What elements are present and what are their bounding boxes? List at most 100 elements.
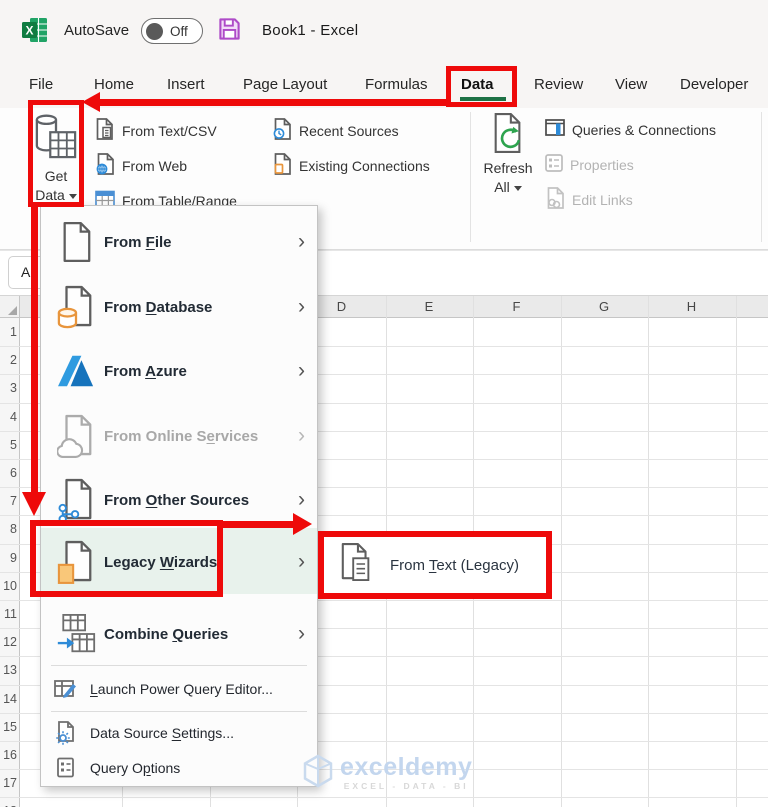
properties-icon <box>545 153 563 177</box>
row-header-5[interactable]: 5 <box>0 431 17 459</box>
row-header-13[interactable]: 13 <box>0 656 17 684</box>
workbook-title: Book1 - Excel <box>262 22 359 39</box>
recent-sources-button[interactable]: Recent Sources <box>272 117 399 145</box>
row-header-3[interactable]: 3 <box>0 374 17 402</box>
queries-connections-icon <box>545 119 565 141</box>
menu-item-from-online-services[interactable]: From Online Services › <box>41 404 317 468</box>
from-azure-icon <box>54 353 98 389</box>
menu-item-from-database[interactable]: From Database › <box>41 275 317 339</box>
row-header-18[interactable]: 18 <box>0 797 17 807</box>
gridline-vertical <box>560 296 562 807</box>
refresh-all-button[interactable]: Refresh All <box>482 112 534 197</box>
exceldemy-watermark: exceldemy EXCEL - DATA - BI <box>302 754 472 793</box>
annotation-arrow-line-down <box>31 205 38 493</box>
save-icon[interactable] <box>218 17 241 46</box>
annotation-arrow-line-right <box>220 521 294 528</box>
from-other-sources-icon <box>54 478 98 522</box>
annotation-arrowhead-down <box>22 492 46 516</box>
chevron-right-icon: › <box>298 295 305 318</box>
gridline-vertical <box>648 296 649 807</box>
from-text-csv-icon <box>95 117 115 145</box>
excel-window: X AutoSave Off Book1 - Excel File Home I… <box>0 0 768 807</box>
select-all-corner[interactable] <box>0 296 20 318</box>
annotation-arrowhead-left <box>82 92 100 112</box>
chevron-right-icon: › <box>298 424 305 447</box>
query-options-icon <box>52 757 80 779</box>
row-header-15[interactable]: 15 <box>0 713 17 741</box>
dropdown-caret-icon <box>513 185 522 191</box>
ribbon-group-separator <box>470 112 471 242</box>
from-database-icon <box>54 285 98 329</box>
properties-button[interactable]: Properties <box>545 153 634 177</box>
row-header-2[interactable]: 2 <box>0 346 17 374</box>
autosave-state: Off <box>170 23 188 39</box>
chevron-right-icon: › <box>298 488 305 511</box>
from-web-icon <box>95 152 115 180</box>
column-header-G[interactable]: G <box>561 296 647 318</box>
autosave-toggle[interactable]: Off <box>141 18 203 44</box>
row-header-17[interactable]: 17 <box>0 769 17 797</box>
annotation-box-legacy-wizards <box>30 520 223 597</box>
row-header-4[interactable]: 4 <box>0 403 17 431</box>
menu-item-query-options[interactable]: Query Options <box>41 748 317 788</box>
column-header-E[interactable]: E <box>386 296 472 318</box>
watermark-tagline: EXCEL - DATA - BI <box>343 781 469 791</box>
menu-item-combine-queries[interactable]: Combine Queries › <box>41 602 317 666</box>
gridline-horizontal <box>0 797 768 799</box>
tab-review[interactable]: Review <box>534 60 583 108</box>
exceldemy-cube-icon <box>302 754 334 793</box>
edit-links-icon <box>545 186 565 214</box>
recent-sources-icon <box>272 117 292 145</box>
menu-item-from-azure[interactable]: From Azure › <box>41 339 317 403</box>
row-header-8[interactable]: 8 <box>0 515 17 543</box>
refresh-all-icon <box>490 112 526 159</box>
row-header-14[interactable]: 14 <box>0 685 17 713</box>
from-online-services-icon <box>54 414 98 458</box>
gridline-vertical <box>735 296 737 807</box>
chevron-right-icon: › <box>298 550 305 573</box>
from-file-icon <box>54 221 98 263</box>
chevron-right-icon: › <box>298 622 305 645</box>
menu-item-launch-power-query-editor[interactable]: Launch Power Query Editor... <box>41 668 317 710</box>
column-header-F[interactable]: F <box>474 296 560 318</box>
tab-view[interactable]: View <box>615 60 647 108</box>
existing-connections-icon <box>272 152 292 180</box>
row-header-1[interactable]: 1 <box>0 318 17 346</box>
annotation-box-data-tab <box>446 66 517 107</box>
autosave-label: AutoSave <box>64 22 130 39</box>
power-query-editor-icon <box>52 679 80 699</box>
row-header-6[interactable]: 6 <box>0 459 17 487</box>
row-header-12[interactable]: 12 <box>0 628 17 656</box>
chevron-right-icon: › <box>298 230 305 253</box>
ribbon-group-separator <box>761 112 762 242</box>
queries-connections-button[interactable]: Queries & Connections <box>545 119 716 141</box>
toggle-knob-icon <box>146 22 163 40</box>
annotation-arrowhead-right <box>293 513 312 535</box>
row-header-11[interactable]: 11 <box>0 600 17 628</box>
row-header-7[interactable]: 7 <box>0 487 17 515</box>
row-header-9[interactable]: 9 <box>0 544 17 572</box>
tab-developer[interactable]: Developer <box>680 60 748 108</box>
from-web-button[interactable]: From Web <box>95 152 187 180</box>
annotation-arrow-line-left <box>99 99 447 106</box>
legacy-wizards-submenu: From Text (Legacy) <box>318 531 552 599</box>
chevron-right-icon: › <box>298 359 305 382</box>
menu-separator <box>51 665 307 666</box>
from-text-legacy-icon <box>339 542 375 589</box>
column-header-H[interactable]: H <box>649 296 735 318</box>
menu-item-from-file[interactable]: From File › <box>41 210 317 274</box>
row-header-10[interactable]: 10 <box>0 572 17 600</box>
title-bar: X AutoSave Off Book1 - Excel <box>0 0 768 60</box>
svg-text:X: X <box>25 23 33 37</box>
row-header-16[interactable]: 16 <box>0 741 17 769</box>
from-text-csv-button[interactable]: From Text/CSV <box>95 117 217 145</box>
combine-queries-icon <box>54 612 98 656</box>
edit-links-button[interactable]: Edit Links <box>545 186 633 214</box>
get-data-dropdown-menu: From File › From Database › From Azure ›… <box>40 205 318 787</box>
existing-connections-button[interactable]: Existing Connections <box>272 152 430 180</box>
excel-logo-icon: X <box>21 17 48 48</box>
data-source-settings-icon <box>52 721 80 745</box>
watermark-brand: exceldemy <box>340 753 473 781</box>
menu-item-from-text-legacy[interactable]: From Text (Legacy) <box>390 557 519 574</box>
annotation-box-get-data <box>28 100 84 207</box>
